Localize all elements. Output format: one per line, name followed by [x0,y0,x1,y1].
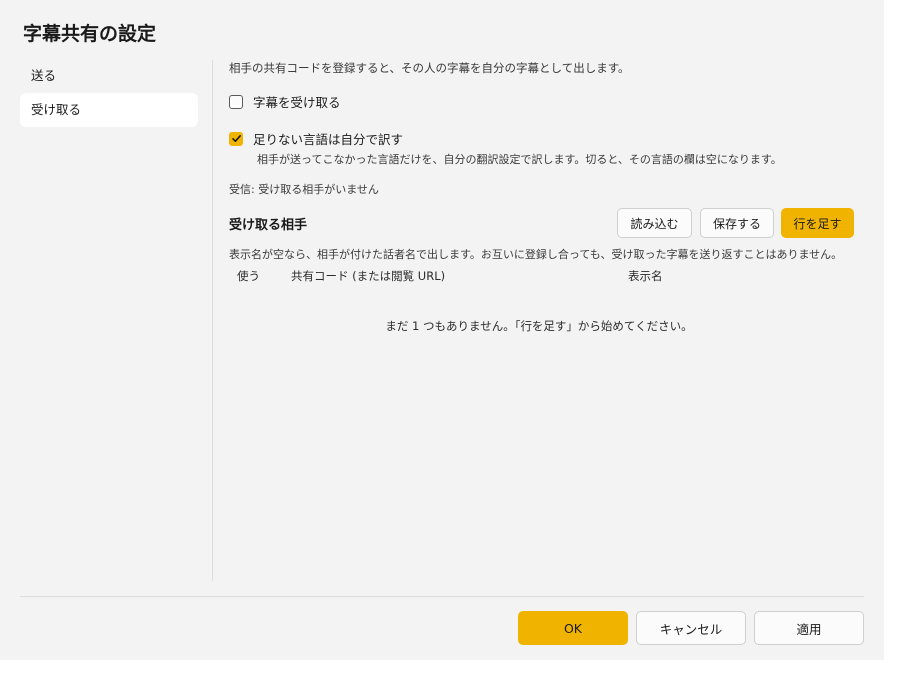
receive-partners-heading: 受け取る相手 [229,218,308,233]
receive-status: 受信: 受け取る相手がいません [229,183,379,196]
partners-table-header: 使う 共有コード (または閲覧 URL) 表示名 [229,268,854,286]
receive-partners-note: 表示名が空なら、相手が付けた話者名で出します。お互いに登録し合っても、受け取った… [229,248,843,261]
panel-description: 相手の共有コードを登録すると、その人の字幕を自分の字幕として出します。 [229,61,630,75]
share-settings-dialog: 字幕共有の設定 送る 受け取る 相手の共有コードを登録すると、その人の字幕を自分… [0,0,884,660]
dialog-title: 字幕共有の設定 [23,23,157,45]
load-button[interactable]: 読み込む [617,208,692,238]
column-header-display-name: 表示名 [628,269,663,283]
checkmark-icon [231,135,241,142]
receive-subtitles-checkbox[interactable] [229,94,243,109]
footer-divider [20,596,864,597]
receive-subtitles-label: 字幕を受け取る [253,95,341,110]
column-header-use: 使う [237,269,260,283]
translate-missing-label: 足りない言語は自分で訳す [253,132,404,147]
partners-table-empty-message: まだ 1 つもありません。「行を足す」から始めてください。 [385,319,693,333]
column-header-share-code: 共有コード (または閲覧 URL) [291,269,446,283]
add-row-button[interactable]: 行を足す [781,208,854,238]
translate-missing-checkbox[interactable] [229,131,243,146]
sidebar: 送る 受け取る [20,59,198,127]
sidebar-divider [212,60,213,581]
receive-subtitles-checkbox-row[interactable]: 字幕を受け取る [229,92,341,111]
cancel-button[interactable]: キャンセル [636,611,746,645]
translate-missing-note: 相手が送ってこなかった言語だけを、自分の翻訳設定で訳します。切ると、その言語の欄… [257,153,782,166]
sidebar-item-receive[interactable]: 受け取る [20,93,198,127]
translate-missing-checkbox-row[interactable]: 足りない言語は自分で訳す [229,129,403,148]
save-button[interactable]: 保存する [700,208,774,238]
sidebar-item-send[interactable]: 送る [20,59,198,93]
ok-button[interactable]: OK [518,611,628,645]
apply-button[interactable]: 適用 [754,611,864,645]
